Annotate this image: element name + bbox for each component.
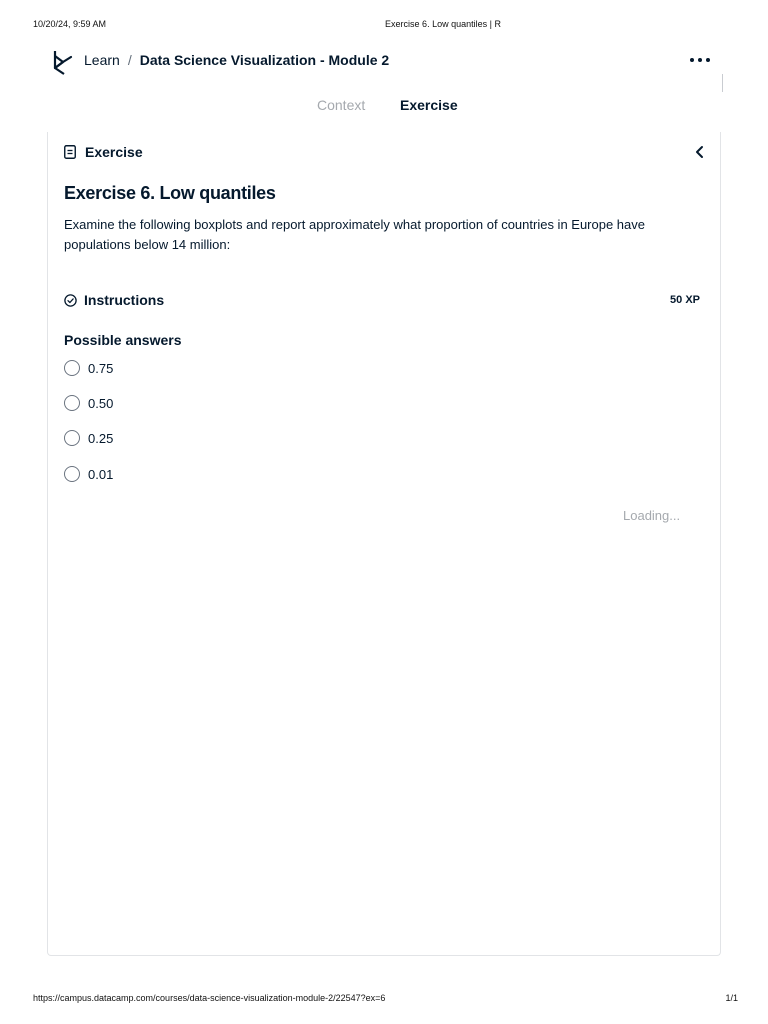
- breadcrumb-separator: /: [127, 52, 132, 68]
- panel-title: Exercise: [85, 144, 143, 160]
- xp-badge: 50 XP: [670, 294, 700, 306]
- answer-option[interactable]: 0.50: [64, 393, 113, 413]
- print-url: https://campus.datacamp.com/courses/data…: [33, 993, 386, 1003]
- print-page-count: 1/1: [725, 993, 738, 1003]
- chevron-left-icon[interactable]: [692, 143, 708, 161]
- more-dot: [690, 58, 694, 62]
- print-header: 10/20/24, 9:59 AM Exercise 6. Low quanti…: [0, 19, 768, 33]
- exercise-description: Examine the following boxplots and repor…: [64, 217, 646, 252]
- breadcrumb-course-title[interactable]: Data Science Visualization - Module 2: [140, 52, 389, 68]
- top-navigation-bar: Learn / Data Science Visualization - Mod…: [48, 44, 720, 78]
- possible-answers-label: Possible answers: [64, 332, 182, 348]
- answer-option[interactable]: 0.75: [64, 358, 113, 378]
- answer-label: 0.75: [88, 360, 114, 376]
- breadcrumb-learn-link[interactable]: Learn: [84, 52, 120, 68]
- print-footer: https://campus.datacamp.com/courses/data…: [0, 993, 768, 1007]
- answer-label: 0.25: [88, 430, 114, 446]
- radio-button[interactable]: [64, 360, 80, 376]
- scrollbar[interactable]: [722, 74, 723, 92]
- answer-label: 0.01: [88, 466, 114, 482]
- more-dot: [698, 58, 702, 62]
- loading-indicator: Loading...: [623, 508, 681, 523]
- answer-label: 0.50: [88, 395, 114, 411]
- instructions-label: Instructions: [84, 292, 165, 308]
- breadcrumb: Learn / Data Science Visualization - Mod…: [84, 52, 389, 68]
- view-tabs: Context Exercise: [0, 97, 768, 117]
- tab-exercise[interactable]: Exercise: [400, 97, 458, 113]
- radio-button[interactable]: [64, 395, 80, 411]
- instructions-header: Instructions 50 XP: [64, 290, 700, 310]
- panel-header: Exercise: [64, 141, 708, 163]
- exercise-title: Exercise 6. Low quantiles: [64, 183, 276, 203]
- more-dot: [706, 58, 710, 62]
- answer-option[interactable]: 0.25: [64, 428, 113, 448]
- answer-option[interactable]: 0.01: [64, 464, 113, 484]
- tab-context[interactable]: Context: [317, 97, 365, 113]
- radio-button[interactable]: [64, 430, 80, 446]
- exercise-panel: Exercise Exercise 6. Low quantiles Exami…: [47, 132, 721, 956]
- datacamp-logo-icon[interactable]: [51, 48, 75, 76]
- radio-button[interactable]: [64, 466, 80, 482]
- more-options-icon[interactable]: [690, 53, 710, 67]
- print-doc-title: Exercise 6. Low quantiles | R: [385, 19, 501, 29]
- check-circle-icon: [64, 293, 77, 307]
- document-icon: [64, 145, 76, 159]
